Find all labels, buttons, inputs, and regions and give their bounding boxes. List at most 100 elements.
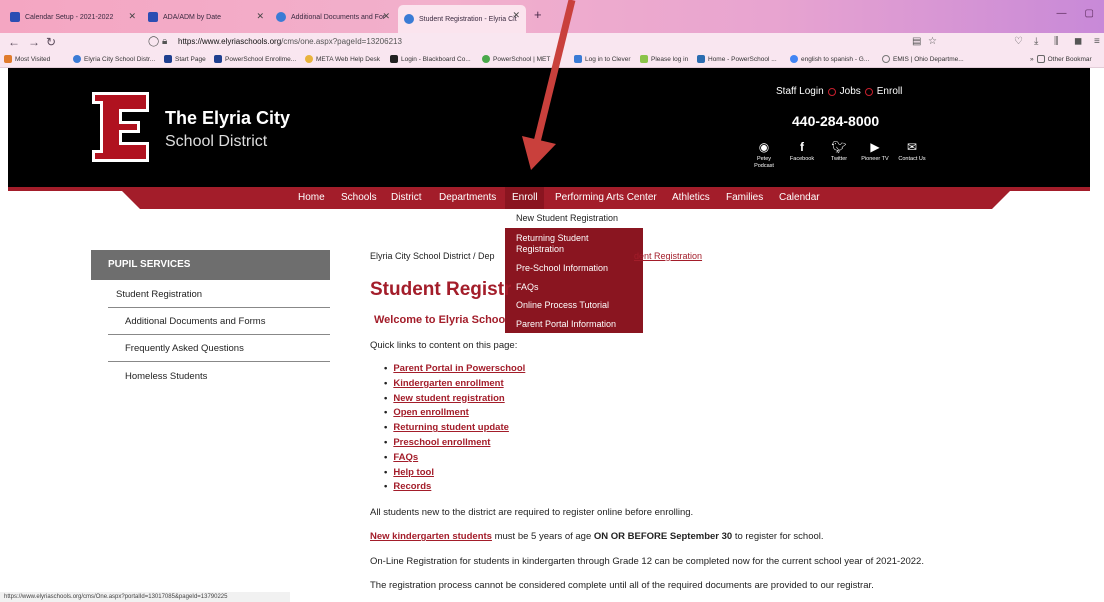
reload-icon[interactable]: ↻ [46,35,56,49]
school-subtitle[interactable]: School District [165,133,267,151]
new-tab-button[interactable]: + [534,7,542,22]
sidebar-item-additional-documents[interactable]: Additional Documents and Forms [125,316,265,327]
list-item: • New student registration [384,392,505,404]
menu-returning-student-registration[interactable]: Returning Student Registration [516,233,626,255]
nav-calendar[interactable]: Calendar [779,192,820,203]
nav-schools[interactable]: Schools [341,192,377,203]
site-favicon-icon [390,55,398,63]
browser-tab[interactable]: Calendar Setup - 2021-2022 ✕ [4,6,142,28]
menu-icon[interactable]: ≡ [1094,36,1100,47]
breadcrumb[interactable]: Elyria City School District / Dep [370,251,495,261]
quick-link[interactable]: Records [393,481,431,492]
menu-faqs[interactable]: FAQs [516,282,539,293]
close-tab-icon[interactable]: ✕ [128,11,136,22]
list-item: • Records [384,481,432,493]
quick-link[interactable]: Help tool [393,467,434,478]
quick-link[interactable]: Preschool enrollment [393,437,490,448]
enroll-link[interactable]: Enroll [877,86,903,97]
bookmark-item[interactable]: » Other Bookmar [1030,55,1092,63]
quick-link[interactable]: New student registration [393,393,504,404]
social-podcast[interactable]: ◉ Petey Podcast [747,140,781,170]
jobs-link[interactable]: Jobs [840,86,861,97]
menu-online-process-tutorial[interactable]: Online Process Tutorial [516,300,609,311]
quick-link[interactable]: Parent Portal in Powerschool [393,363,525,374]
list-item: • Open enrollment [384,407,469,419]
nav-enroll[interactable]: Enroll [512,192,538,203]
browser-tab-active[interactable]: Student Registration - Elyria Cit ✕ [398,5,526,33]
menu-pre-school-information[interactable]: Pre-School Information [516,263,608,274]
nav-families[interactable]: Families [726,192,763,203]
site-favicon-icon [882,55,890,63]
sidebar-item-homeless-students[interactable]: Homeless Students [125,371,207,382]
quick-link[interactable]: Kindergarten enrollment [393,378,503,389]
nav-district[interactable]: District [391,192,422,203]
social-contact[interactable]: ✉ Contact Us [895,140,929,163]
social-twitter[interactable]: 🐦︎ Twitter [822,140,856,163]
welcome-heading: Welcome to Elyria Schoo [374,314,506,326]
bookmark-star-icon[interactable]: ☆ [928,36,937,47]
social-facebook[interactable]: f Facebook [785,140,819,163]
quick-link[interactable]: FAQs [393,452,418,463]
shield-icon[interactable]: ◯ [148,36,159,47]
bookmark-item[interactable]: Login - Blackboard Co... [390,55,471,63]
bookmark-item[interactable]: english to spanish - G... [790,55,869,63]
bookmark-item[interactable]: Start Page [164,55,206,63]
lock-icon[interactable]: 🔒︎ [162,36,167,47]
quick-link[interactable]: Returning student update [393,422,509,433]
utility-links: Staff Login Jobs Enroll [776,86,902,97]
close-tab-icon[interactable]: ✕ [382,11,390,22]
info-paragraph: The registration process cannot be consi… [370,580,874,591]
minimize-icon[interactable]: — [1057,8,1067,19]
browser-tab[interactable]: Additional Documents and For ✕ [270,6,396,28]
close-tab-icon[interactable]: ✕ [256,11,264,22]
bookmark-item[interactable]: Please log in [640,55,688,63]
site-favicon-icon [214,55,222,63]
kindergarten-paragraph: New kindergarten students must be 5 year… [370,531,824,542]
district-logo[interactable] [92,92,149,162]
library-icon[interactable]: ⫼ [1054,36,1059,47]
nav-departments[interactable]: Departments [439,192,496,203]
circle-icon [827,87,836,96]
bookmark-item[interactable]: Most Visited [4,55,50,63]
bookmark-item[interactable]: Elyria City School Distr... [73,55,155,63]
menu-new-student-registration[interactable]: New Student Registration [516,213,618,224]
bookmark-item[interactable]: PowerSchool | MET [482,55,550,63]
menu-parent-portal-information[interactable]: Parent Portal Information [516,319,616,330]
nav-home[interactable]: Home [298,192,325,203]
breadcrumb-current[interactable]: dent Registration [634,251,702,261]
forward-icon[interactable]: → [28,35,40,49]
site-header: The Elyria City School District Staff Lo… [8,68,1090,187]
site-favicon-icon [640,55,648,63]
url-field[interactable]: https://www.elyriaschools.org/cms/one.as… [178,37,402,46]
sidebar-item-student-registration[interactable]: Student Registration [116,289,202,300]
nav-athletics[interactable]: Athletics [672,192,710,203]
site-favicon-icon [164,55,172,63]
extension-icon[interactable]: ◼ [1074,36,1082,47]
bookmark-item[interactable]: META Web Help Desk [305,55,380,63]
sidebar-item-faq[interactable]: Frequently Asked Questions [125,343,244,354]
list-item: • Returning student update [384,422,509,434]
kindergarten-link[interactable]: New kindergarten students [370,531,492,542]
pocket-icon[interactable]: ♡ [1014,36,1023,47]
maximize-icon[interactable]: ▢ [1085,8,1094,19]
sidebar-divider [108,307,330,308]
bookmark-item[interactable]: EMIS | Ohio Departme... [882,55,964,63]
nav-performing-arts-center[interactable]: Performing Arts Center [555,192,657,203]
browser-tab[interactable]: ADA/ADM by Date ✕ [142,6,270,28]
back-icon[interactable]: ← [8,35,20,49]
download-icon[interactable]: ⤓ [1034,36,1038,47]
browser-tab-bar: Calendar Setup - 2021-2022 ✕ ADA/ADM by … [0,0,1104,33]
close-tab-icon[interactable]: ✕ [512,10,520,21]
bookmark-item[interactable]: PowerSchool Enrollme... [214,55,296,63]
quick-link[interactable]: Open enrollment [393,407,468,418]
social-pioneer-tv[interactable]: ▶ Pioneer TV [858,140,892,163]
bookmark-item[interactable]: Log in to Clever [574,55,631,63]
staff-login-link[interactable]: Staff Login [776,86,824,97]
school-title[interactable]: The Elyria City [165,108,290,129]
bookmark-item[interactable]: Home - PowerSchool ... [697,55,777,63]
site-favicon-icon [482,55,490,63]
reader-view-icon[interactable]: ▤ [912,36,921,47]
mail-icon: ✉ [906,140,918,154]
google-icon [790,55,798,63]
site-favicon-icon [73,55,81,63]
